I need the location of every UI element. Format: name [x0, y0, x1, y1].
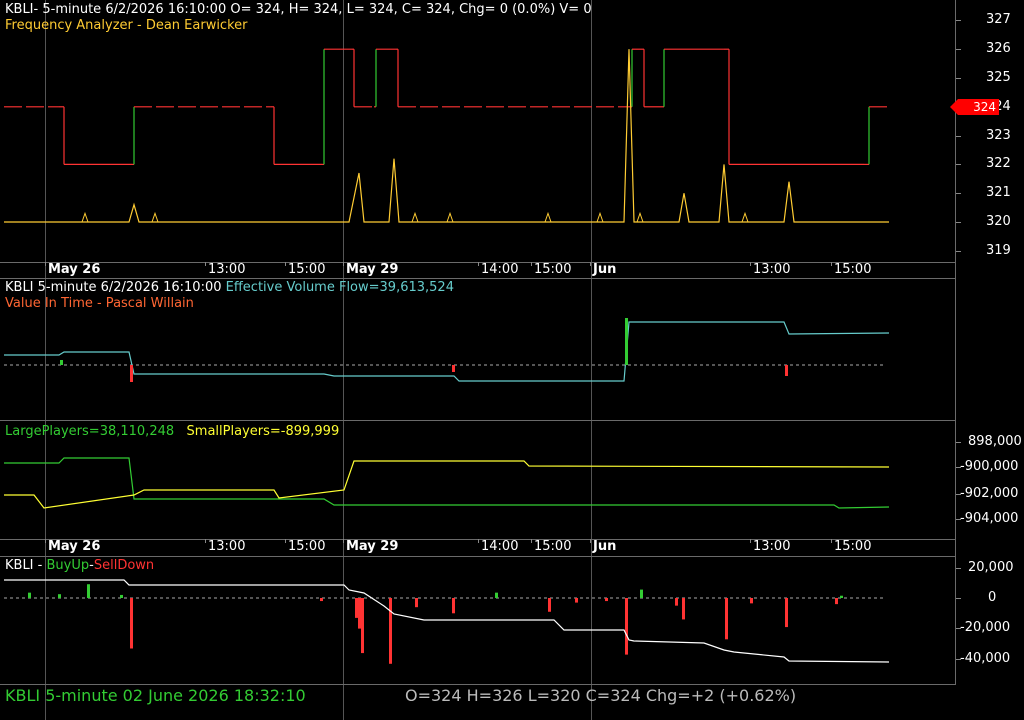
buyup-chart	[4, 579, 890, 664]
buyup-bar	[415, 598, 418, 608]
price-tick-label: 320	[986, 214, 1011, 229]
buyup-bar	[452, 598, 455, 614]
buyup-bar	[358, 598, 361, 629]
price-tick-label: 319	[986, 242, 1011, 258]
price-tick-mark	[956, 193, 961, 195]
price-tick-label: 321	[986, 185, 1011, 201]
buyup-bar	[725, 598, 728, 640]
players-tick-label: 898,000	[968, 434, 1022, 449]
last-price-tag: 324	[950, 99, 999, 115]
buyup-tick-label: 20,000	[968, 560, 1014, 575]
price-tick-mark	[956, 135, 961, 137]
price-tick-mark	[956, 164, 961, 166]
buyup-bar	[495, 592, 498, 598]
players-tick-label: -904,000	[960, 511, 1019, 526]
buyup-bar	[87, 584, 90, 598]
buyup-cumulative-line	[4, 579, 890, 663]
price-tick-mark	[956, 49, 961, 51]
players-y-axis: 898,000 -900,000 -902,000 -904,000	[956, 420, 1024, 539]
players-tick-mark	[956, 467, 961, 468]
buyup-tick-mark	[956, 568, 961, 569]
buyup-bar	[835, 598, 838, 605]
buyup-bar	[320, 598, 323, 602]
price-tick-mark	[956, 20, 961, 22]
status-bar-left: KBLI 5-minute 02 June 2026 18:32:10	[5, 686, 306, 705]
buyup-cum-hidden	[4, 600, 889, 649]
price-tick-label: 323	[986, 127, 1011, 143]
price-tick-mark	[956, 78, 961, 79]
price-tick-label: 322	[986, 156, 1011, 172]
price-y-axis: 319320321322323324325326327	[956, 0, 1024, 262]
buyup-bar	[130, 598, 133, 649]
buyup-tick-mark	[956, 598, 961, 599]
buyup-bar	[682, 598, 685, 620]
buyup-tick-label: -20,000	[960, 620, 1011, 635]
buyup-tick-label: 0	[988, 590, 997, 605]
status-bar-right: O=324 H=326 L=320 C=324 Chg=+2 (+0.62%)	[405, 686, 797, 705]
buyup-bar	[389, 598, 392, 664]
players-tick-label: -902,000	[960, 486, 1019, 501]
price-tick-label: 326	[986, 41, 1011, 57]
buyup-bar	[355, 598, 358, 618]
buyup-bar	[575, 598, 578, 603]
price-tick-label: 327	[986, 12, 1011, 28]
buyup-bar	[785, 598, 788, 628]
buyup-bar	[361, 598, 364, 654]
buyup-bar	[640, 589, 643, 598]
buyup-bar	[625, 598, 628, 655]
buyup-bar	[120, 594, 123, 598]
buyup-bar	[548, 598, 551, 612]
panel-sep-4	[0, 684, 956, 685]
price-tick-mark	[956, 250, 961, 252]
buyup-tick-label: -40,000	[960, 651, 1011, 666]
players-tick-mark	[956, 494, 961, 495]
buyup-bar	[28, 592, 31, 598]
buyup-bar	[840, 595, 843, 598]
players-tick-mark	[956, 519, 961, 520]
players-tick-mark	[956, 442, 961, 443]
buyup-tick-mark	[956, 628, 961, 629]
price-tick-mark	[956, 222, 961, 223]
buyup-y-axis: 20,000 0 -20,000 -40,000	[956, 556, 1024, 684]
buyup-bar	[58, 594, 61, 598]
buyup-bar	[605, 598, 608, 602]
price-tick-label: 325	[986, 70, 1011, 85]
buyup-tick-mark	[956, 659, 961, 660]
buyup-bar	[750, 598, 753, 604]
buyup-bar	[675, 598, 678, 606]
players-tick-label: -900,000	[960, 459, 1019, 474]
